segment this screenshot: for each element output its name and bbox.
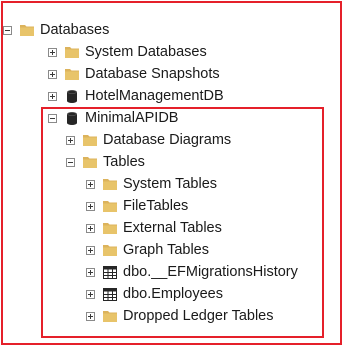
tree-node-label: HotelManagementDB	[85, 88, 224, 104]
tree-node-label: Dropped Ledger Tables	[123, 308, 274, 324]
tree-node-label: Tables	[103, 154, 145, 170]
tree-node-employees[interactable]: dbo.Employees	[86, 285, 223, 303]
tree-node-label: dbo.__EFMigrationsHistory	[123, 264, 298, 280]
collapse-icon[interactable]	[66, 157, 75, 167]
expand-icon[interactable]	[86, 179, 95, 189]
collapse-icon[interactable]	[48, 113, 57, 123]
tree-node-label: dbo.Employees	[123, 286, 223, 302]
folder-icon	[64, 44, 80, 60]
folder-icon	[64, 66, 80, 82]
expand-icon[interactable]	[48, 91, 57, 101]
tree-node-database-diagrams[interactable]: Database Diagrams	[66, 131, 231, 149]
tree-node-minimal-api-db[interactable]: MinimalAPIDB	[48, 109, 178, 127]
expand-icon[interactable]	[48, 69, 57, 79]
tree-node-label: Database Diagrams	[103, 132, 232, 148]
folder-icon	[82, 154, 98, 170]
folder-icon	[102, 198, 118, 214]
tree-node-tables[interactable]: Tables	[66, 153, 145, 171]
tree-node-databases[interactable]: Databases	[3, 21, 109, 39]
tree-node-label: Database Snapshots	[85, 66, 220, 82]
folder-icon	[19, 22, 35, 38]
table-icon	[102, 264, 118, 280]
folder-icon	[102, 176, 118, 192]
folder-icon	[82, 132, 98, 148]
folder-icon	[102, 220, 118, 236]
expand-icon[interactable]	[86, 267, 95, 277]
tree-node-hotel-management-db[interactable]: HotelManagementDB	[48, 87, 224, 105]
folder-icon	[102, 308, 118, 324]
tree-node-label: Databases	[40, 22, 110, 38]
tree-node-dropped-ledger-tables[interactable]: Dropped Ledger Tables	[86, 307, 273, 325]
tree-node-graph-tables[interactable]: Graph Tables	[86, 241, 209, 259]
folder-icon	[102, 242, 118, 258]
expand-icon[interactable]	[66, 135, 75, 145]
table-icon	[102, 286, 118, 302]
expand-icon[interactable]	[86, 245, 95, 255]
expand-icon[interactable]	[86, 223, 95, 233]
tree-node-file-tables[interactable]: FileTables	[86, 197, 188, 215]
tree-node-database-snapshots[interactable]: Database Snapshots	[48, 65, 220, 83]
tree-node-system-tables[interactable]: System Tables	[86, 175, 217, 193]
expand-icon[interactable]	[86, 311, 95, 321]
collapse-icon[interactable]	[3, 25, 12, 35]
tree-node-label: External Tables	[123, 220, 222, 236]
expand-icon[interactable]	[86, 201, 95, 211]
tree-node-label: FileTables	[123, 198, 189, 214]
expand-icon[interactable]	[48, 47, 57, 57]
tree-node-label: MinimalAPIDB	[85, 110, 179, 126]
tree-node-system-databases[interactable]: System Databases	[48, 43, 207, 61]
tree-node-external-tables[interactable]: External Tables	[86, 219, 222, 237]
tree-node-ef-migrations-history[interactable]: dbo.__EFMigrationsHistory	[86, 263, 298, 281]
tree-node-label: System Tables	[123, 176, 218, 192]
tree-node-label: Graph Tables	[123, 242, 209, 258]
tree-node-label: System Databases	[85, 44, 207, 60]
expand-icon[interactable]	[86, 289, 95, 299]
database-icon	[64, 88, 80, 104]
database-icon	[64, 110, 80, 126]
